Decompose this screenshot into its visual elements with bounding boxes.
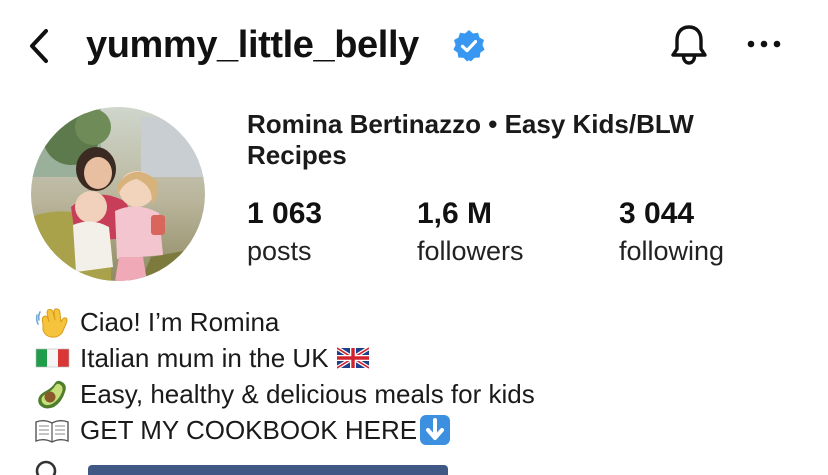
followers-label: followers [417, 236, 524, 266]
waving-hand-icon [35, 308, 68, 338]
bio-text: Italian mum in the UK [80, 342, 329, 373]
bio-text: Easy, healthy & delicious meals for kids [80, 378, 535, 409]
followers-count: 1,6 M [417, 197, 493, 230]
posts-count: 1 063 [247, 197, 323, 230]
following-count: 3 044 [619, 197, 695, 230]
posts-label: posts [247, 236, 312, 266]
verified-badge-icon [453, 30, 485, 62]
notifications-button[interactable] [666, 22, 712, 68]
following-label: following [619, 236, 725, 266]
bio-line: GET MY COOKBOOK HERE [34, 412, 814, 448]
more-horizontal-icon [747, 40, 781, 48]
uk-flag-icon [336, 346, 369, 370]
back-button[interactable] [24, 24, 58, 68]
top-bar: yummy_little_belly [0, 0, 828, 92]
more-options-button[interactable] [744, 34, 784, 54]
profile-full-name: Romina Bertinazzo • Easy Kids/BLW Recipe… [247, 109, 694, 170]
bio-text: Ciao! I’m Romina [80, 306, 280, 337]
link-icon [35, 460, 448, 475]
avocado-icon [38, 380, 66, 409]
profile-bio: Ciao! I’m Romina Italian mum in the UK E… [34, 304, 814, 448]
bio-line: Ciao! I’m Romina [34, 304, 814, 340]
chevron-left-icon [30, 29, 48, 63]
bell-icon [671, 25, 707, 65]
posts-stat[interactable]: 1 063 posts [247, 196, 322, 268]
bio-line: Easy, healthy & delicious meals for kids [34, 376, 814, 412]
bio-text: GET MY COOKBOOK HERE [80, 414, 418, 445]
profile-avatar[interactable] [31, 107, 205, 281]
followers-stat[interactable]: 1,6 M followers [417, 196, 524, 268]
bio-line: Italian mum in the UK [34, 340, 814, 376]
profile-username: yummy_little_belly [86, 24, 419, 66]
bio-link-partial [32, 455, 452, 475]
following-stat[interactable]: 3 044 following [619, 196, 724, 268]
down-arrow-button-icon [420, 415, 451, 445]
avatar-photo [31, 107, 205, 281]
italy-flag-icon [35, 348, 70, 368]
open-book-icon [35, 420, 69, 443]
